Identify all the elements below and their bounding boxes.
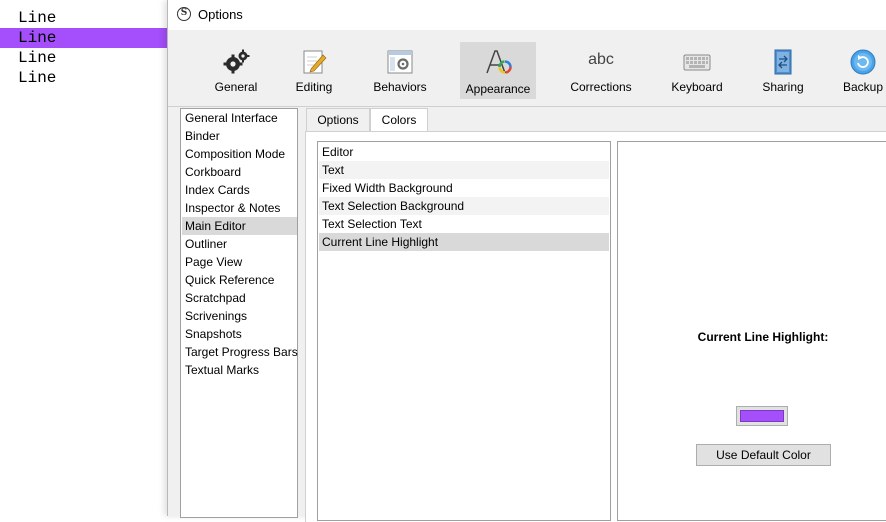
toolbar-keyboard[interactable]: Keyboard — [660, 42, 734, 99]
category-item[interactable]: Quick Reference — [182, 271, 297, 289]
category-item-selected[interactable]: Main Editor — [182, 217, 297, 235]
toolbar-general[interactable]: General — [198, 42, 274, 99]
gear-window-icon — [387, 50, 413, 74]
editor-line: Line — [18, 49, 57, 67]
options-dialog: S Options General Editing Behaviors Appe… — [167, 0, 886, 522]
toolbar-behaviors[interactable]: Behaviors — [362, 42, 438, 99]
toolbar-label: Appearance — [465, 82, 531, 96]
toolbar-label: Sharing — [762, 80, 804, 94]
editor-line-highlighted: Line — [0, 28, 168, 48]
color-swatch-button[interactable] — [736, 406, 788, 426]
toolbar-editing[interactable]: Editing — [284, 42, 344, 99]
color-items-list[interactable]: Editor Text Fixed Width Background Text … — [317, 141, 611, 521]
color-item-selected[interactable]: Current Line Highlight — [319, 233, 609, 251]
category-item[interactable]: Snapshots — [182, 325, 297, 343]
category-item[interactable]: Inspector & Notes — [182, 199, 297, 217]
editor-line: Line — [18, 9, 57, 27]
tab-colors[interactable]: Colors — [370, 108, 428, 132]
category-item[interactable]: Corkboard — [182, 163, 297, 181]
category-item[interactable]: Scrivenings — [182, 307, 297, 325]
abc-icon: abc — [588, 51, 614, 68]
editor-line: Line — [18, 69, 57, 87]
window-title: Options — [198, 7, 243, 22]
pencil-paper-icon — [303, 50, 327, 74]
tab-options[interactable]: Options — [306, 108, 370, 131]
title-bar: S Options — [168, 0, 886, 30]
toolbar-label: Backup — [842, 80, 884, 94]
category-item[interactable]: Textual Marks — [182, 361, 297, 379]
toolbar-corrections[interactable]: abc Corrections — [564, 42, 638, 99]
category-item[interactable]: Page View — [182, 253, 297, 271]
preferences-toolbar: General Editing Behaviors Appearance abc… — [168, 30, 886, 106]
category-item[interactable]: Scratchpad — [182, 289, 297, 307]
sharing-icon — [774, 49, 792, 75]
color-item[interactable]: Fixed Width Background — [319, 179, 609, 197]
color-swatch — [740, 410, 784, 422]
color-item[interactable]: Text Selection Background — [319, 197, 609, 215]
toolbar-sharing[interactable]: Sharing — [752, 42, 814, 99]
category-item[interactable]: Composition Mode — [182, 145, 297, 163]
category-item[interactable]: Target Progress Bars — [182, 343, 298, 361]
backup-icon — [850, 49, 876, 75]
toolbar-label: Behaviors — [373, 80, 427, 94]
category-item[interactable]: Index Cards — [182, 181, 297, 199]
preview-label: Current Line Highlight: — [697, 330, 829, 344]
category-list[interactable]: General Interface Binder Composition Mod… — [180, 108, 298, 518]
toolbar-label: Editing — [295, 80, 333, 94]
editor-area[interactable]: Line Line Line Line — [0, 0, 168, 516]
color-item[interactable]: Editor — [319, 143, 609, 161]
app-logo-icon: S — [177, 7, 191, 21]
toolbar-label: General — [214, 80, 258, 94]
toolbar-divider — [168, 106, 886, 107]
toolbar-label: Keyboard — [671, 80, 723, 94]
toolbar-backup[interactable]: Backup — [836, 42, 886, 99]
appearance-icon — [486, 50, 512, 74]
keyboard-icon — [683, 54, 711, 71]
gears-icon — [223, 49, 250, 74]
toolbar-label: Corrections — [570, 80, 632, 94]
category-item[interactable]: Binder — [182, 127, 297, 145]
use-default-color-button[interactable]: Use Default Color — [696, 444, 831, 466]
category-item[interactable]: General Interface — [182, 109, 297, 127]
color-preview-panel: Current Line Highlight: Use Default Colo… — [617, 141, 886, 521]
color-item[interactable]: Text — [319, 161, 609, 179]
color-item[interactable]: Text Selection Text — [319, 215, 609, 233]
category-item[interactable]: Outliner — [182, 235, 297, 253]
toolbar-appearance[interactable]: Appearance — [460, 42, 536, 99]
